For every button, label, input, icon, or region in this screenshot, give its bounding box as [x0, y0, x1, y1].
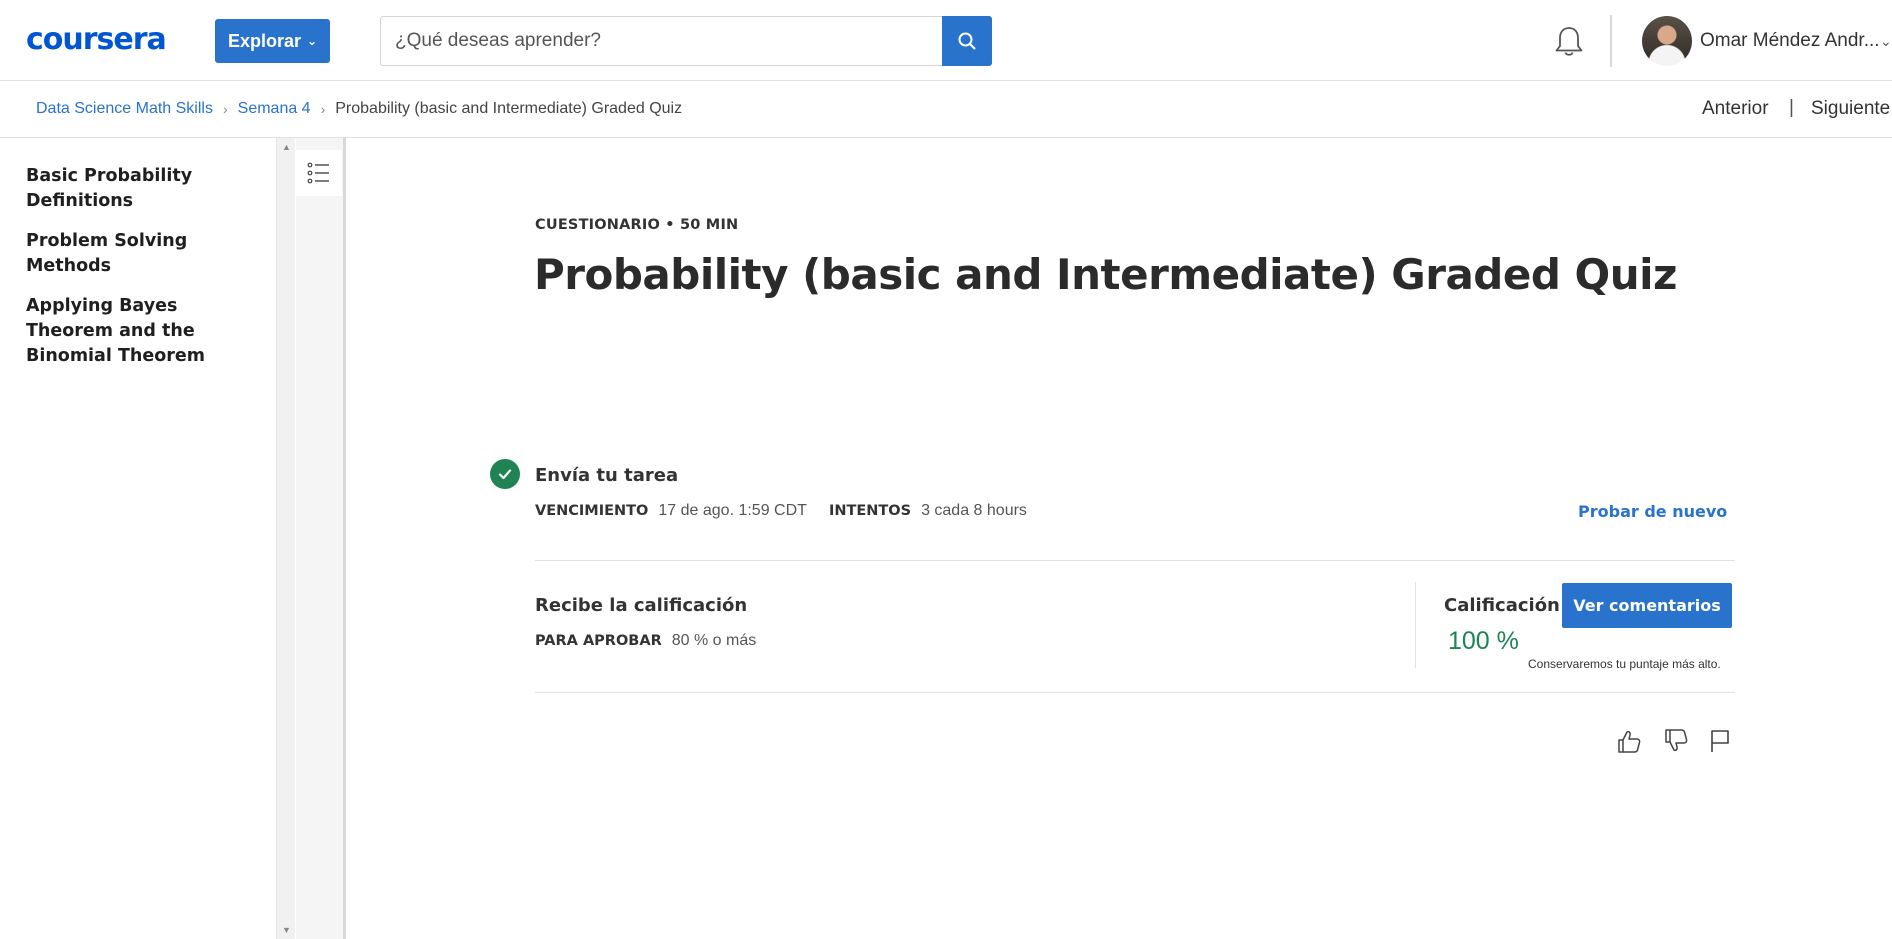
grade-divider: [1415, 582, 1416, 668]
outline-icon: [307, 162, 329, 184]
nav-separator: |: [1789, 97, 1794, 118]
item-type-duration: CUESTIONARIO • 50 MIN: [535, 217, 739, 233]
sidebar: Basic Probability Definitions Problem So…: [0, 138, 276, 939]
page-title: Probability (basic and Intermediate) Gra…: [534, 250, 1677, 299]
breadcrumb: Data Science Math Skills › Semana 4 › Pr…: [36, 100, 682, 118]
coursera-logo[interactable]: coursera: [26, 22, 167, 57]
pass-value: 80 % o más: [671, 632, 757, 649]
report-button[interactable]: [1705, 726, 1735, 756]
divider: [535, 560, 1735, 561]
submit-meta: VENCIMIENTO 17 de ago. 1:59 CDT INTENTOS…: [535, 502, 1027, 520]
chevron-down-icon: ⌄: [306, 34, 318, 48]
search-icon: [958, 32, 976, 50]
retry-button[interactable]: Probar de nuevo: [1578, 502, 1727, 521]
outline-toggle-button[interactable]: [296, 150, 342, 196]
chevron-down-icon[interactable]: ⌄: [1880, 33, 1892, 50]
flag-icon: [1711, 730, 1729, 752]
grade-label: Calificación: [1444, 595, 1560, 616]
thumbs-down-icon: [1665, 729, 1688, 752]
grade-value: 100 %: [1448, 627, 1519, 655]
previous-link[interactable]: Anterior: [1702, 98, 1769, 120]
explore-label: Explorar: [227, 30, 301, 51]
sidebar-item-basic-probability[interactable]: Basic Probability Definitions: [26, 164, 256, 214]
like-button[interactable]: [1614, 726, 1644, 756]
highest-score-note: Conservaremos tu puntaje más alto.: [1528, 657, 1721, 671]
attempts-label: INTENTOS: [828, 503, 912, 519]
pass-requirement: PARA APROBAR 80 % o más: [535, 632, 756, 650]
due-label: VENCIMIENTO: [535, 503, 649, 519]
dislike-button[interactable]: [1661, 726, 1691, 756]
pass-label: PARA APROBAR: [535, 633, 662, 649]
explore-button[interactable]: Explorar ⌄: [215, 19, 330, 63]
search-box: [380, 16, 992, 66]
search-button[interactable]: [942, 16, 992, 66]
due-value: 17 de ago. 1:59 CDT: [658, 502, 807, 519]
check-icon: [490, 459, 520, 489]
attempts-value: 3 cada 8 hours: [921, 502, 1027, 519]
bell-icon: [1555, 27, 1583, 56]
top-header: coursera Explorar ⌄ Omar Méndez Andr... …: [0, 0, 1892, 81]
breadcrumb-course[interactable]: Data Science Math Skills: [36, 100, 213, 118]
chevron-right-icon: ›: [320, 101, 326, 117]
outline-rail: [296, 138, 346, 939]
sidebar-item-problem-solving[interactable]: Problem Solving Methods: [26, 229, 256, 279]
thumbs-up-icon: [1618, 730, 1641, 753]
divider: [535, 692, 1735, 693]
avatar[interactable]: [1642, 16, 1692, 66]
scroll-down-icon[interactable]: ▼: [282, 925, 291, 935]
submit-section-title: Envía tu tarea: [535, 465, 679, 486]
header-divider: [1610, 15, 1612, 67]
breadcrumb-current: Probability (basic and Intermediate) Gra…: [335, 100, 683, 117]
breadcrumb-week[interactable]: Semana 4: [238, 100, 311, 118]
grade-section-title: Recibe la calificación: [535, 595, 748, 616]
view-feedback-button[interactable]: Ver comentarios: [1562, 583, 1732, 628]
notifications-button[interactable]: [1553, 25, 1585, 64]
user-name[interactable]: Omar Méndez Andr...: [1700, 30, 1880, 52]
sidebar-item-bayes-binomial[interactable]: Applying Bayes Theorem and the Binomial …: [26, 294, 256, 369]
search-input[interactable]: [381, 17, 943, 65]
chevron-right-icon: ›: [222, 101, 228, 117]
scroll-up-icon[interactable]: ▲: [282, 142, 291, 152]
next-link[interactable]: Siguiente: [1811, 98, 1890, 120]
breadcrumb-bar: Data Science Math Skills › Semana 4 › Pr…: [0, 81, 1892, 138]
sidebar-scrollbar[interactable]: ▲ ▼: [276, 138, 295, 939]
